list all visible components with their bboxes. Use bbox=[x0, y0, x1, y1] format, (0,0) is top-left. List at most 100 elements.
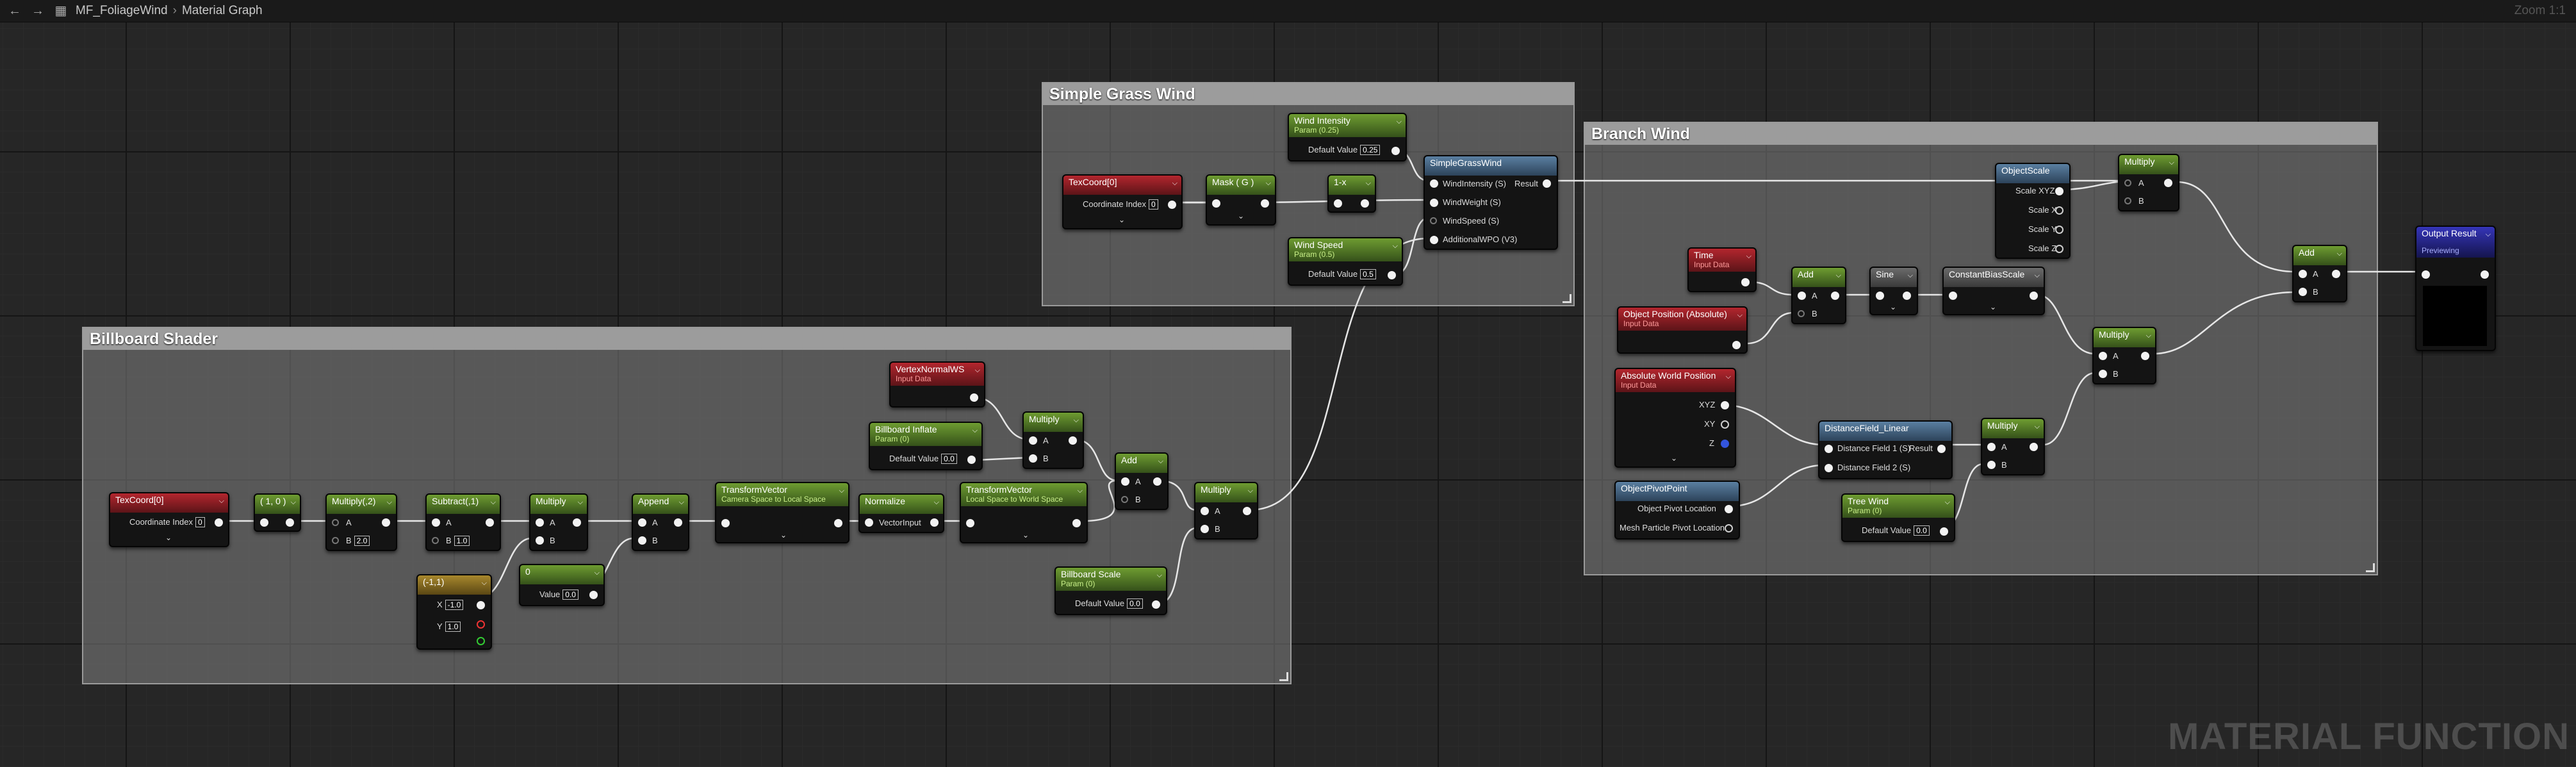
node-append[interactable]: Append ⌵ A B bbox=[632, 493, 689, 551]
node-wind-intensity[interactable]: Wind Intensity Param (0.25) ⌵ Default Valu… bbox=[1288, 113, 1407, 161]
chevron-down-icon[interactable]: ⌵ bbox=[839, 487, 844, 495]
node-header[interactable]: DistanceField_Linear bbox=[1819, 422, 1951, 441]
input-pin-wind-intensity[interactable] bbox=[1430, 179, 1438, 188]
node-transform-vector-world[interactable]: TransformVector Local Space to World Spac… bbox=[960, 482, 1088, 543]
input-pin-b[interactable] bbox=[1121, 496, 1128, 503]
node-multiply[interactable]: Multiply ⌵ A B bbox=[529, 493, 588, 551]
input-pin[interactable] bbox=[1212, 199, 1220, 208]
chevron-down-icon[interactable]: ⌄ bbox=[1119, 215, 1125, 224]
node-header[interactable]: Absolute World Position Input Data ⌵ bbox=[1616, 369, 1735, 392]
chevron-down-icon[interactable]: ⌵ bbox=[2486, 231, 2491, 239]
input-pin-a[interactable] bbox=[1121, 477, 1129, 486]
chevron-down-icon[interactable]: ⌵ bbox=[1248, 487, 1253, 495]
node-header[interactable]: ConstantBiasScale ⌵ bbox=[1944, 268, 2044, 287]
chevron-down-icon[interactable]: ⌵ bbox=[491, 499, 496, 507]
input-pin[interactable] bbox=[865, 518, 873, 527]
chevron-down-icon[interactable]: ⌵ bbox=[2337, 250, 2342, 258]
node-texcoord[interactable]: TexCoord[0] ⌵ Coordinate Index 0 ⌄ bbox=[109, 492, 229, 547]
output-pin[interactable] bbox=[1831, 292, 1839, 300]
input-pin-b[interactable] bbox=[2124, 197, 2131, 204]
chevron-down-icon[interactable]: ⌵ bbox=[2035, 272, 2040, 280]
chevron-down-icon[interactable]: ⌵ bbox=[578, 499, 583, 507]
chevron-down-icon[interactable]: ⌵ bbox=[1157, 572, 1162, 580]
chevron-down-icon[interactable]: ⌄ bbox=[165, 533, 172, 542]
node-header[interactable]: Mask ( G ) ⌵ bbox=[1207, 176, 1275, 195]
output-pin[interactable] bbox=[1069, 436, 1077, 445]
node-header[interactable]: Sine ⌵ bbox=[1871, 268, 1917, 287]
input-pin-b[interactable] bbox=[1029, 454, 1037, 463]
chevron-down-icon[interactable]: ⌵ bbox=[1945, 499, 1950, 507]
output-pin[interactable] bbox=[967, 456, 976, 464]
input-pin-a[interactable] bbox=[2099, 352, 2107, 360]
output-pin[interactable] bbox=[2164, 179, 2172, 187]
output-pin[interactable] bbox=[1388, 271, 1396, 279]
output-pin[interactable] bbox=[2141, 352, 2149, 360]
coordinate-index-field[interactable]: 0 bbox=[195, 517, 205, 527]
chevron-down-icon[interactable]: ⌵ bbox=[1078, 487, 1083, 495]
input-pin[interactable] bbox=[2422, 270, 2430, 279]
chevron-down-icon[interactable]: ⌵ bbox=[1158, 458, 1163, 466]
node-add[interactable]: Add ⌵ A B bbox=[1791, 267, 1846, 324]
input-pin-a[interactable] bbox=[1201, 507, 1209, 515]
input-pin[interactable] bbox=[721, 519, 730, 527]
output-pin-z[interactable] bbox=[1721, 440, 1729, 448]
output-pin[interactable] bbox=[477, 601, 485, 609]
output-pin[interactable] bbox=[1391, 147, 1400, 155]
input-pin[interactable] bbox=[1334, 199, 1342, 208]
chevron-down-icon[interactable]: ⌵ bbox=[1737, 311, 1743, 320]
input-pin-a[interactable] bbox=[332, 519, 339, 526]
output-pin[interactable] bbox=[1153, 477, 1161, 486]
node-normalize[interactable]: Normalize ⌵ VectorInput bbox=[858, 493, 944, 533]
node-multiply[interactable]: Multiply ⌵ A B bbox=[2118, 154, 2179, 211]
node-header[interactable]: Multiply ⌵ bbox=[1195, 483, 1257, 502]
output-pin[interactable] bbox=[286, 518, 294, 527]
chevron-down-icon[interactable]: ⌄ bbox=[1671, 454, 1677, 463]
output-pin[interactable] bbox=[589, 591, 598, 599]
output-pin[interactable] bbox=[573, 518, 581, 527]
default-value-field[interactable]: 0.5 bbox=[1360, 269, 1376, 279]
node-header[interactable]: Normalize ⌵ bbox=[860, 495, 943, 514]
node-header[interactable]: Multiply ⌵ bbox=[1982, 419, 2044, 438]
output-pin[interactable] bbox=[215, 518, 223, 527]
output-pin[interactable] bbox=[834, 519, 842, 527]
input-pin-distance-field-2[interactable] bbox=[1825, 464, 1833, 472]
node-header[interactable]: Add ⌵ bbox=[1116, 454, 1167, 473]
output-pin[interactable] bbox=[1361, 199, 1369, 208]
input-pin-wind-speed[interactable] bbox=[1430, 217, 1437, 224]
input-pin[interactable] bbox=[1876, 292, 1884, 300]
node-header[interactable]: Billboard Scale Param (0) ⌵ bbox=[1056, 568, 1166, 591]
node-add[interactable]: Add ⌵ A B bbox=[2292, 245, 2347, 302]
node-header[interactable]: TexCoord[0] ⌵ bbox=[110, 493, 228, 513]
b-value-field[interactable]: 1.0 bbox=[454, 536, 470, 546]
input-pin-b[interactable] bbox=[2099, 370, 2107, 378]
node-constant[interactable]: 0 ⌵ Value 0.0 bbox=[519, 564, 605, 606]
input-pin-b[interactable] bbox=[2299, 288, 2307, 296]
node-header[interactable]: Tree Wind Param (0) ⌵ bbox=[1842, 495, 1954, 518]
chevron-down-icon[interactable]: ⌵ bbox=[2169, 159, 2174, 167]
chevron-down-icon[interactable]: ⌄ bbox=[1890, 302, 1896, 311]
coordinate-index-field[interactable]: 0 bbox=[1149, 199, 1158, 210]
node-multiply[interactable]: Multiply ⌵ A B bbox=[1022, 411, 1084, 469]
node-header[interactable]: Object Position (Absolute) Input Data ⌵ bbox=[1618, 308, 1746, 331]
input-pin-a[interactable] bbox=[1029, 436, 1037, 445]
chevron-down-icon[interactable]: ⌵ bbox=[1393, 242, 1398, 251]
node-billboard-scale[interactable]: Billboard Scale Param (0) ⌵ Default Value 0… bbox=[1054, 566, 1167, 615]
y-value-field[interactable]: 1.0 bbox=[445, 622, 461, 632]
default-value-field[interactable]: 0.0 bbox=[1127, 598, 1143, 609]
node-multiply[interactable]: Multiply ⌵ A B bbox=[1194, 482, 1258, 540]
node-header[interactable]: Output Result Previewing ⌵ bbox=[2416, 227, 2495, 258]
node-header[interactable]: TransformVector Camera Space to Local Spa… bbox=[716, 483, 848, 506]
default-value-field[interactable]: 0.0 bbox=[941, 454, 957, 464]
chevron-down-icon[interactable]: ⌵ bbox=[1366, 179, 1371, 188]
b-value-field[interactable]: 2.0 bbox=[354, 536, 370, 546]
node-time[interactable]: Time Input Data ⌵ bbox=[1687, 247, 1757, 292]
node-one-minus[interactable]: 1-x ⌵ bbox=[1327, 174, 1376, 213]
chevron-down-icon[interactable]: ⌄ bbox=[1990, 302, 1996, 311]
node-add[interactable]: Add ⌵ A B bbox=[1115, 452, 1169, 510]
input-pin-b[interactable] bbox=[536, 536, 544, 545]
input-pin-a[interactable] bbox=[1798, 292, 1806, 300]
node-header[interactable]: Multiply ⌵ bbox=[530, 495, 587, 514]
input-pin-b[interactable] bbox=[638, 536, 646, 545]
node-texcoord[interactable]: TexCoord[0] ⌵ Coordinate Index 0 ⌄ bbox=[1062, 174, 1183, 229]
chevron-down-icon[interactable]: ⌵ bbox=[2146, 332, 2151, 340]
